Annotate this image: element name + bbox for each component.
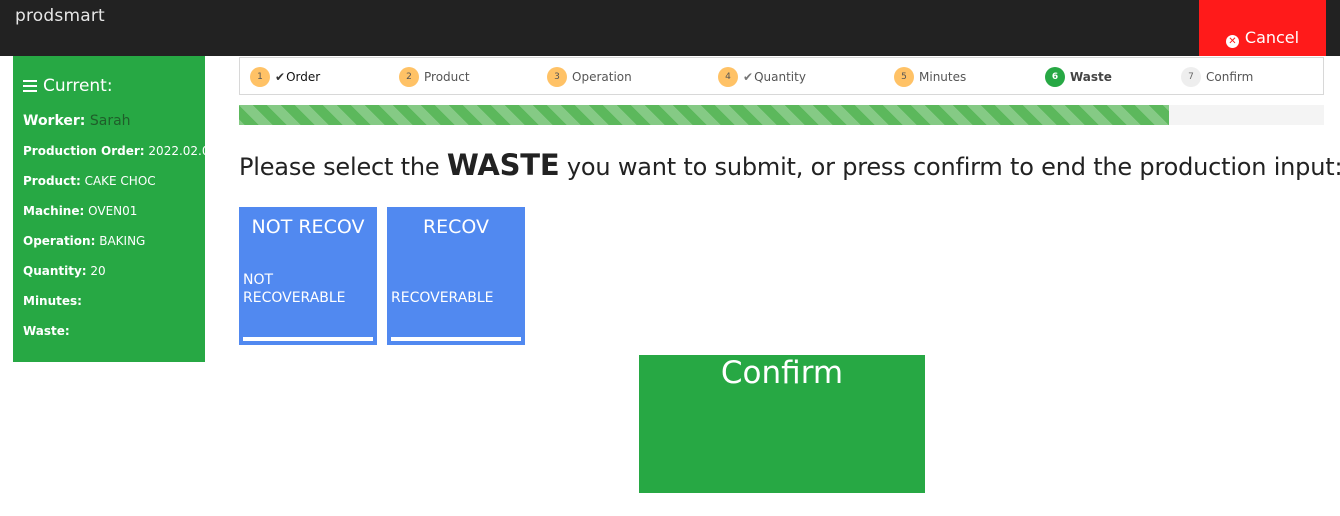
waste-code: NOT RECOV xyxy=(251,216,365,238)
confirm-button[interactable]: Confirm xyxy=(639,355,925,493)
info-label: Minutes: xyxy=(23,294,82,308)
info-row-product: Product: CAKE CHOC xyxy=(23,166,195,196)
info-value: OVEN01 xyxy=(88,204,138,218)
step-label: Product xyxy=(424,70,470,84)
step-minutes[interactable]: 5 Minutes xyxy=(894,67,966,87)
info-label: Product: xyxy=(23,174,81,188)
info-label: Machine: xyxy=(23,204,85,218)
waste-description: RECOVERABLE xyxy=(391,290,494,306)
check-icon: ✔ xyxy=(743,70,754,84)
info-row-minutes: Minutes: xyxy=(23,286,195,316)
tile-underline xyxy=(391,337,521,341)
info-label: Quantity: xyxy=(23,264,87,278)
info-value: BAKING xyxy=(99,234,146,248)
step-label: Order xyxy=(286,70,321,84)
worker-value: Sarah xyxy=(89,113,131,129)
worker-label: Worker: xyxy=(23,113,86,129)
menu-icon xyxy=(23,80,37,92)
info-row-production-order: Production Order: 2022.02.02 xyxy=(23,136,217,166)
step-number-badge: 2 xyxy=(399,67,419,87)
close-circle-icon: ✕ xyxy=(1225,35,1239,48)
step-navigation: 1 ✔ Order 2 Product 3 Operation 4 ✔ Quan… xyxy=(239,57,1324,95)
prompt-before: Please select the xyxy=(239,153,447,181)
info-row-waste: Waste: xyxy=(23,316,195,346)
step-number-badge: 5 xyxy=(894,67,914,87)
step-number-badge: 1 xyxy=(250,67,270,87)
cancel-label: Cancel xyxy=(1244,28,1300,47)
panel-title-text: Current: xyxy=(43,76,113,96)
prompt-emphasis: WASTE xyxy=(446,148,560,182)
step-order[interactable]: 1 ✔ Order xyxy=(250,67,320,87)
instruction-text: Please select the WASTE you want to subm… xyxy=(239,148,1340,182)
current-info-panel: Current: Worker: Sarah Production Order:… xyxy=(13,56,217,362)
step-quantity[interactable]: 4 ✔ Quantity xyxy=(718,67,806,87)
prompt-after: you want to submit, or press confirm to … xyxy=(559,153,1340,181)
top-bar: prodsmart ✕ Cancel xyxy=(0,0,1340,56)
info-value: 20 xyxy=(90,264,106,278)
info-label: Production Order: xyxy=(23,144,145,158)
waste-description: NOT RECOVERABLE xyxy=(243,272,346,306)
info-value: CAKE CHOC xyxy=(84,174,156,188)
info-label: Waste: xyxy=(23,324,70,338)
progress-fill xyxy=(239,105,1169,125)
step-label: Confirm xyxy=(1206,70,1254,84)
waste-code: RECOV xyxy=(422,216,490,238)
info-value: 2022.02.02 xyxy=(148,144,218,158)
step-label: Operation xyxy=(572,70,632,84)
cancel-button[interactable]: ✕ Cancel xyxy=(1199,0,1326,56)
step-label: Quantity xyxy=(754,70,806,84)
step-product[interactable]: 2 Product xyxy=(399,67,470,87)
info-row-machine: Machine: OVEN01 xyxy=(23,196,195,226)
waste-option-recov[interactable]: RECOV RECOVERABLE xyxy=(387,207,525,345)
step-operation[interactable]: 3 Operation xyxy=(547,67,632,87)
waste-option-not-recov[interactable]: NOT RECOV NOT RECOVERABLE xyxy=(239,207,377,345)
info-row-operation: Operation: BAKING xyxy=(23,226,195,256)
check-icon: ✔ xyxy=(275,70,286,84)
step-label: Minutes xyxy=(919,70,967,84)
step-number-badge: 7 xyxy=(1181,67,1201,87)
step-label: Waste xyxy=(1070,70,1112,84)
panel-title: Current: xyxy=(23,76,195,96)
info-label: Operation: xyxy=(23,234,96,248)
step-number-badge: 3 xyxy=(547,67,567,87)
worker-row: Worker: Sarah xyxy=(23,106,195,136)
brand-logo: prodsmart xyxy=(15,6,105,26)
confirm-label: Confirm xyxy=(720,355,844,391)
step-number-badge: 6 xyxy=(1045,67,1065,87)
step-number-badge: 4 xyxy=(718,67,738,87)
step-confirm[interactable]: 7 Confirm xyxy=(1181,67,1253,87)
progress-bar xyxy=(239,105,1324,125)
tile-underline xyxy=(243,337,373,341)
info-row-quantity: Quantity: 20 xyxy=(23,256,195,286)
step-waste[interactable]: 6 Waste xyxy=(1045,67,1112,87)
